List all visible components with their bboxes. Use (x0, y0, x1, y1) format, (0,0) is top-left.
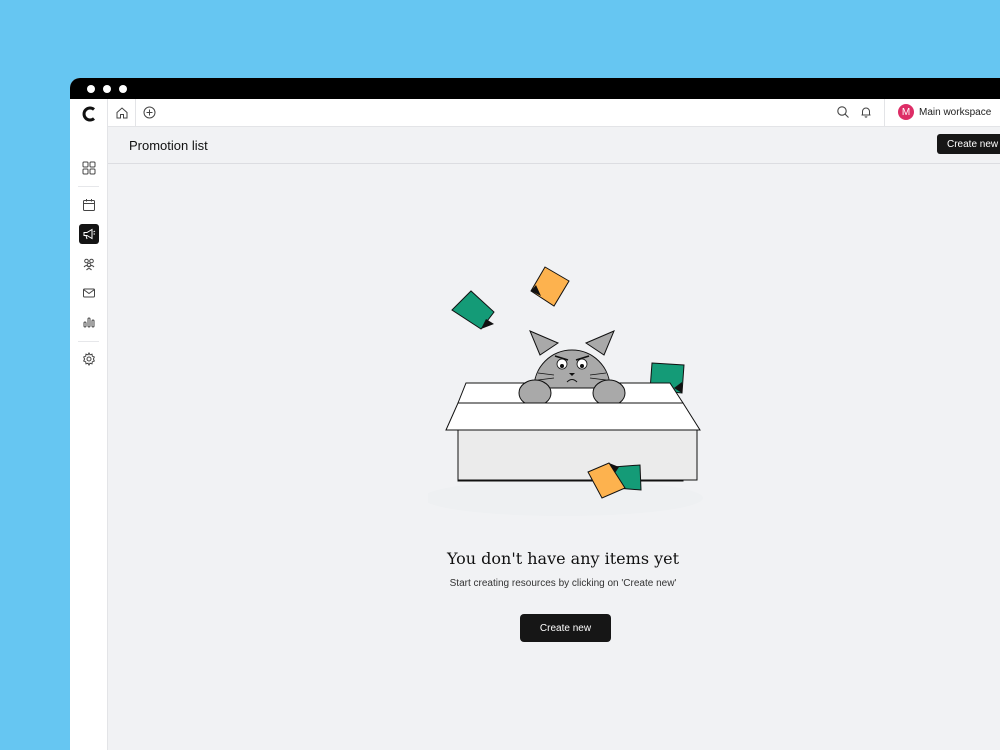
notifications-button[interactable] (859, 105, 873, 124)
window-titlebar (70, 78, 1000, 99)
paper-orange-top (530, 266, 570, 307)
app-logo-icon[interactable] (81, 105, 97, 123)
bar-chart-icon (83, 317, 95, 328)
home-tab[interactable] (108, 99, 136, 126)
sidebar-item-audience[interactable] (79, 254, 99, 274)
search-button[interactable] (836, 105, 850, 124)
create-new-button[interactable]: Create new (520, 614, 611, 642)
empty-state-subtitle: Start creating resources by clicking on … (449, 578, 677, 589)
add-tab-icon (143, 106, 156, 119)
workspace-name: Main workspace (919, 106, 992, 118)
paper-green-left (451, 290, 495, 330)
add-tab-button[interactable] (142, 105, 157, 120)
home-icon (116, 106, 127, 118)
sidebar-item-analytics[interactable] (79, 312, 99, 332)
bell-icon (861, 107, 871, 118)
empty-state-title: You don't have any items yet (446, 549, 680, 568)
grid-icon (82, 161, 96, 175)
sidebar (70, 99, 108, 750)
window-dot (103, 85, 111, 93)
box-front (445, 402, 701, 481)
sidebar-item-messages[interactable] (79, 283, 99, 303)
create-new-header-button[interactable]: Create new (937, 134, 1000, 154)
sidebar-divider (78, 186, 99, 187)
search-icon (837, 106, 849, 118)
people-icon (83, 258, 95, 271)
top-bar: M Main workspace (108, 99, 1000, 127)
topbar-divider (884, 99, 885, 126)
calendar-icon (83, 199, 95, 211)
window-dot (87, 85, 95, 93)
sidebar-item-promotions[interactable] (79, 224, 99, 244)
gear-icon (83, 352, 95, 366)
sidebar-item-dashboard[interactable] (79, 158, 99, 178)
sidebar-item-calendar[interactable] (79, 195, 99, 215)
app-window: M Main workspace Promotion list Create n… (70, 78, 1000, 750)
workspace-avatar: M (898, 104, 914, 120)
workspace-switcher[interactable]: M Main workspace (898, 104, 991, 120)
page-title: Promotion list (129, 138, 208, 153)
megaphone-icon (83, 228, 96, 240)
sidebar-item-settings[interactable] (79, 349, 99, 369)
mail-icon (83, 288, 95, 298)
window-dot (119, 85, 127, 93)
empty-state-illustration (428, 266, 703, 516)
page-header: Promotion list Create new (108, 127, 1000, 164)
sidebar-divider (78, 341, 99, 342)
